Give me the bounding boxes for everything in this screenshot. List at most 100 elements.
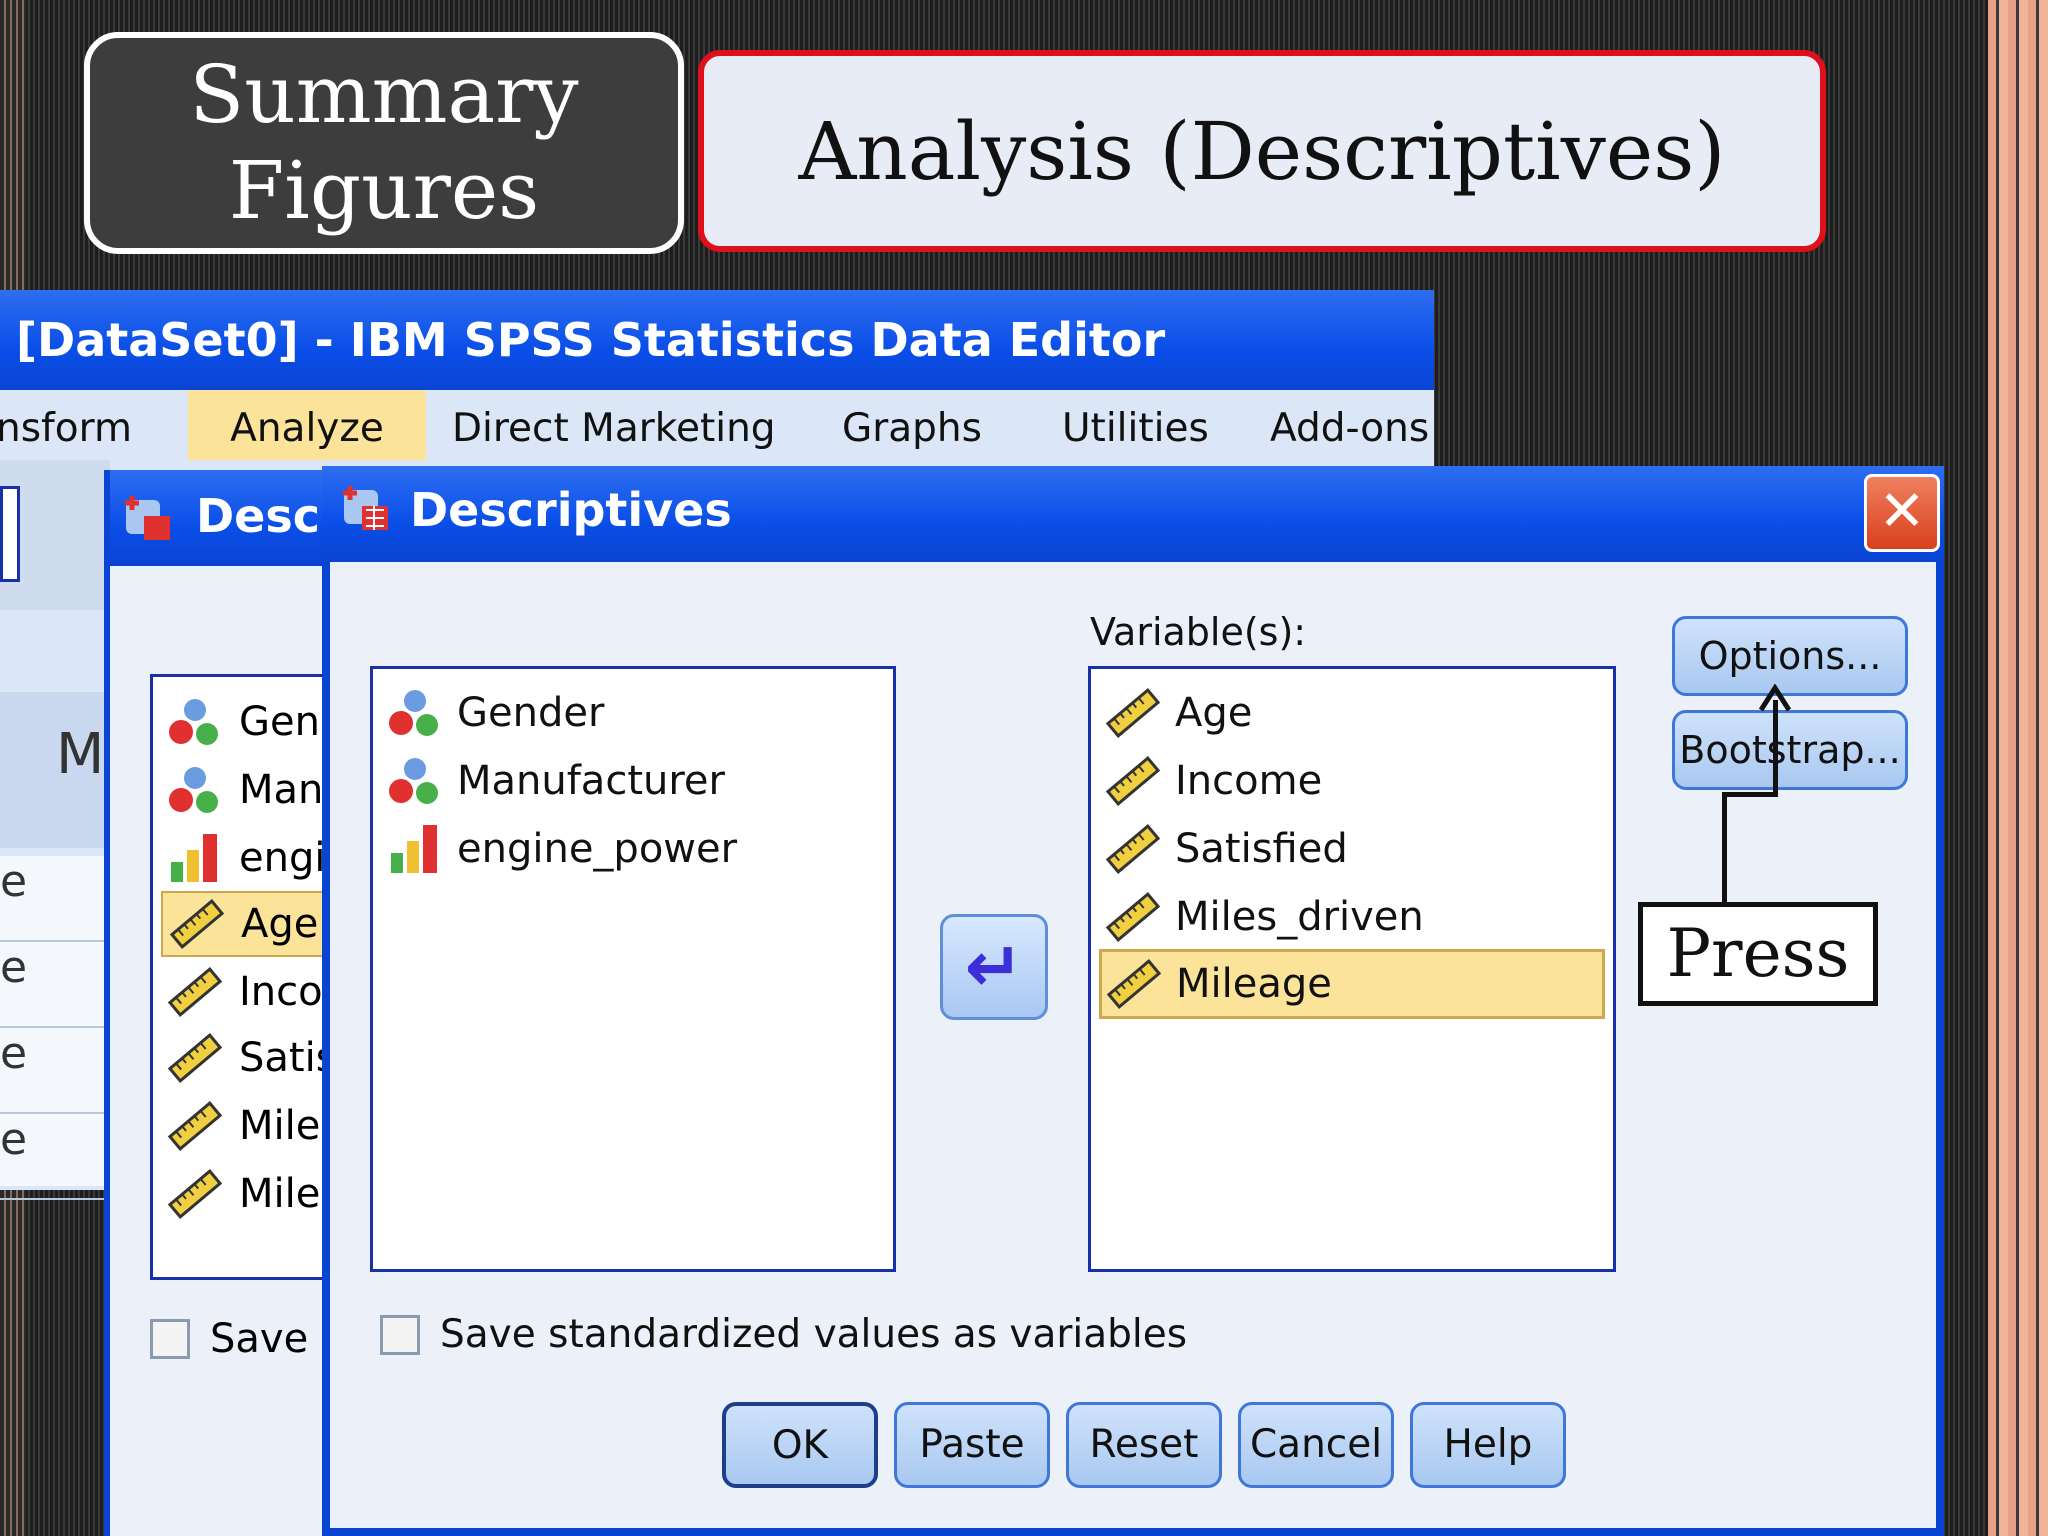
scale-icon xyxy=(167,1169,223,1219)
move-variable-button[interactable]: ↵ xyxy=(940,914,1048,1020)
grid-row[interactable]: e xyxy=(0,856,105,942)
source-list-item-gender[interactable]: Gender xyxy=(387,681,604,745)
editor-title-bar: v [DataSet0] - IBM SPSS Statistics Data … xyxy=(0,290,1434,390)
source-list-label: engine_power xyxy=(457,826,738,872)
dialog-title-text: Descriptives xyxy=(410,483,732,537)
back-list-label: engi xyxy=(239,835,326,881)
back-list-item[interactable]: Gen xyxy=(167,691,320,753)
summary-line-2: Figures xyxy=(228,144,540,237)
back-list-label: Man xyxy=(239,767,324,813)
nominal-icon xyxy=(169,767,218,813)
scale-icon xyxy=(167,967,223,1017)
target-list-label: Age xyxy=(1175,690,1253,736)
variables-label: Variable(s): xyxy=(1090,610,1307,654)
slide-title: Analysis (Descriptives) xyxy=(698,50,1826,252)
back-save-checkbox[interactable] xyxy=(150,1319,190,1359)
press-annotation: Press xyxy=(1638,902,1878,1006)
menu-analyze[interactable]: Analyze xyxy=(188,390,426,460)
help-button[interactable]: Help xyxy=(1410,1402,1566,1488)
target-list-label: Satisfied xyxy=(1175,826,1348,872)
nominal-icon xyxy=(389,690,438,736)
nominal-icon xyxy=(169,699,218,745)
grid-cell: e xyxy=(0,1028,28,1079)
slide-right-edge xyxy=(1988,0,2048,1536)
summary-figures-label: Summary Figures xyxy=(84,32,684,254)
nominal-icon xyxy=(389,758,438,804)
paste-button[interactable]: Paste xyxy=(894,1402,1050,1488)
back-save-label: Save xyxy=(210,1316,309,1362)
save-standardized-checkbox[interactable] xyxy=(380,1314,420,1355)
annotation-connector-up xyxy=(1773,700,1778,797)
grid-cell: e xyxy=(0,1114,28,1165)
spss-app-icon xyxy=(125,496,170,540)
spss-app-icon xyxy=(343,486,388,530)
back-save-row[interactable]: Save xyxy=(150,1316,308,1362)
target-list-label: Miles_driven xyxy=(1175,894,1424,940)
target-list-item-miles-driven[interactable]: Miles_driven xyxy=(1105,885,1424,949)
back-descriptives-dialog: Descr Gen Man engi Age Inco Satis Miles … xyxy=(104,470,344,1536)
bootstrap-button[interactable]: Bootstrap... xyxy=(1672,710,1908,790)
scale-icon xyxy=(1105,892,1161,942)
editor-toolbar xyxy=(0,460,110,610)
menu-direct-marketing[interactable]: Direct Marketing xyxy=(452,390,776,460)
scale-icon xyxy=(1105,756,1161,806)
grid-header-text: M xyxy=(56,722,105,787)
move-left-arrow-icon: ↵ xyxy=(964,926,1024,1008)
close-button[interactable]: ✕ xyxy=(1864,474,1940,552)
back-list-label: Age xyxy=(241,901,319,947)
source-list-item-manufacturer[interactable]: Manufacturer xyxy=(387,749,725,813)
ok-button[interactable]: OK xyxy=(722,1402,878,1488)
target-variable-list[interactable]: Age Income Satisfied Miles_driven Mileag… xyxy=(1088,666,1616,1272)
menu-graphs[interactable]: Graphs xyxy=(842,390,982,460)
grid-row[interactable]: e xyxy=(0,942,105,1028)
grid-header-cell: M xyxy=(0,692,111,848)
grid-row[interactable]: e xyxy=(0,1114,105,1200)
ordinal-icon xyxy=(171,834,217,882)
close-icon: ✕ xyxy=(1878,479,1926,544)
press-annotation-text: Press xyxy=(1666,915,1850,992)
source-variable-list[interactable]: Gender Manufacturer engine_power xyxy=(370,666,896,1272)
save-standardized-label: Save standardized values as variables xyxy=(440,1312,1188,1357)
grid-cell: e xyxy=(0,856,28,907)
menu-transform[interactable]: nsform xyxy=(0,390,132,460)
grid-row[interactable]: e xyxy=(0,1028,105,1114)
back-dialog-title-bar: Descr xyxy=(110,470,344,566)
open-file-icon[interactable] xyxy=(0,486,20,582)
editor-title-text: v [DataSet0] - IBM SPSS Statistics Data … xyxy=(0,313,1166,367)
back-dialog-title: Descr xyxy=(196,489,343,543)
target-list-item-age[interactable]: Age xyxy=(1105,681,1252,745)
source-list-label: Gender xyxy=(457,690,605,736)
back-list-item[interactable]: Milea xyxy=(167,1163,344,1225)
back-variable-list[interactable]: Gen Man engi Age Inco Satis Miles Milea xyxy=(150,674,344,1280)
grid-cell: e xyxy=(0,942,28,993)
back-list-item[interactable]: Miles xyxy=(167,1095,341,1157)
editor-menubar: nsform Analyze Direct Marketing Graphs U… xyxy=(0,390,1434,460)
target-list-item-mileage-selected[interactable]: Mileage xyxy=(1099,949,1605,1019)
target-list-item-income[interactable]: Income xyxy=(1105,749,1322,813)
data-grid: e e e e xyxy=(0,856,105,1200)
scale-icon xyxy=(167,1101,223,1151)
target-list-item-satisfied[interactable]: Satisfied xyxy=(1105,817,1348,881)
slide-title-text: Analysis (Descriptives) xyxy=(798,104,1726,198)
menu-add-ons[interactable]: Add-ons xyxy=(1270,390,1429,460)
back-list-item[interactable]: engi xyxy=(167,827,325,889)
save-standardized-row[interactable]: Save standardized values as variables xyxy=(380,1312,1187,1357)
annotation-connector-horizontal xyxy=(1722,792,1778,797)
back-list-item[interactable]: Inco xyxy=(167,961,323,1023)
scale-icon xyxy=(1106,959,1162,1009)
back-list-item[interactable]: Man xyxy=(167,759,323,821)
back-list-item[interactable]: Satis xyxy=(167,1027,337,1089)
scale-icon xyxy=(169,899,225,949)
target-list-label: Mileage xyxy=(1176,961,1332,1007)
source-list-item-engine-power[interactable]: engine_power xyxy=(387,817,737,881)
reset-button[interactable]: Reset xyxy=(1066,1402,1222,1488)
dialog-title-bar: Descriptives ✕ xyxy=(322,466,1944,562)
source-list-label: Manufacturer xyxy=(457,758,725,804)
annotation-connector-vertical xyxy=(1722,792,1727,904)
cancel-button[interactable]: Cancel xyxy=(1238,1402,1394,1488)
back-list-item-selected[interactable]: Age xyxy=(161,891,344,957)
menu-utilities[interactable]: Utilities xyxy=(1062,390,1209,460)
scale-icon xyxy=(1105,688,1161,738)
annotation-arrow-icon xyxy=(1758,684,1792,712)
summary-line-1: Summary xyxy=(189,48,579,141)
